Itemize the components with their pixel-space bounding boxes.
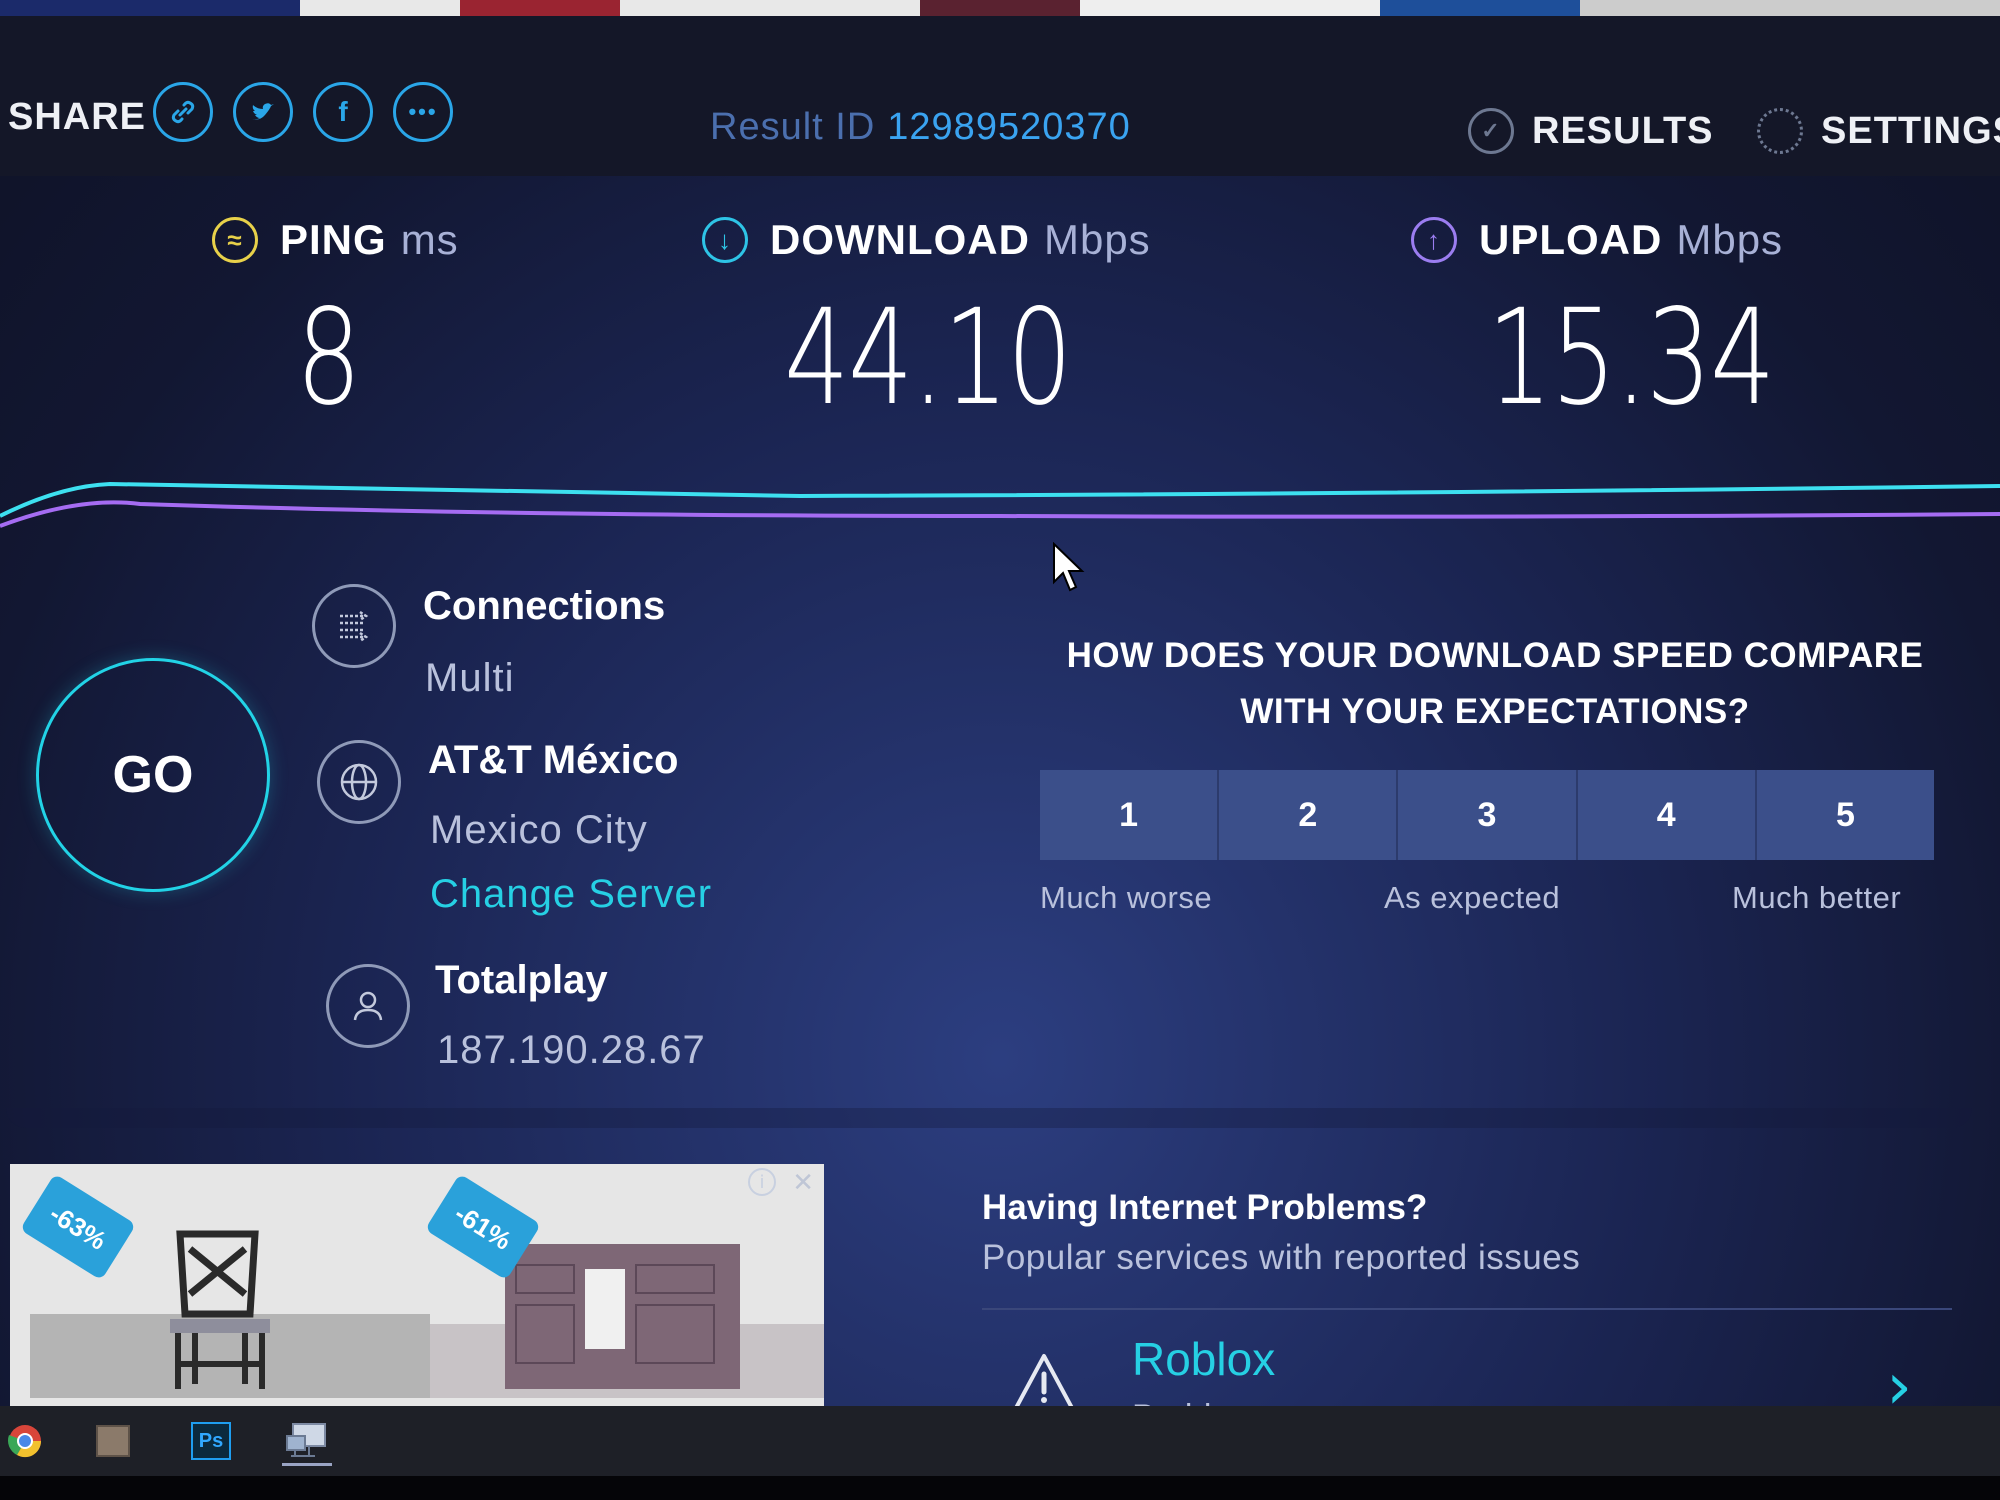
upload-value: 15.34	[1487, 281, 1776, 435]
screen-bezel	[0, 1476, 2000, 1500]
speed-graph	[0, 481, 2000, 528]
results-label: RESULTS	[1532, 109, 1714, 152]
connections-icon	[312, 584, 396, 668]
link-icon	[171, 100, 195, 124]
mouse-pointer	[1053, 542, 1085, 592]
file-explorer-icon[interactable]	[88, 1416, 138, 1466]
ping-label: PING	[280, 216, 387, 263]
share-facebook-button[interactable]: f	[313, 82, 373, 142]
taskbar: Ps	[0, 1406, 2000, 1476]
isp-ip: 187.190.28.67	[437, 1028, 706, 1072]
twitter-icon	[252, 103, 274, 120]
ad-info-icon[interactable]: i	[748, 1168, 776, 1196]
discount-tag-1: -63%	[19, 1173, 137, 1281]
more-icon: •••	[408, 99, 438, 124]
service-name: Roblox	[1132, 1333, 1276, 1385]
connections-title: Connections	[423, 584, 666, 628]
ping-value: 8	[296, 281, 362, 435]
speedtest-app: SHARE f ••• Result ID 12989520370 ✓ RESUL…	[0, 16, 2000, 1422]
results-nav[interactable]: ✓ RESULTS	[1468, 108, 1714, 154]
upload-unit: Mbps	[1676, 216, 1784, 263]
check-circle-icon: ✓	[1468, 108, 1514, 154]
rating-label-low: Much worse	[1040, 880, 1213, 915]
upload-metric: ↑ UPLOAD Mbps 15.34	[1411, 216, 1855, 424]
rating-scale: 1 2 3 4 5	[1040, 770, 1935, 860]
problems-title: Having Internet Problems?	[982, 1188, 1428, 1227]
result-id-label: Result ID	[710, 106, 876, 148]
rating-label-high: Much better	[1732, 880, 1902, 915]
globe-icon	[317, 740, 401, 824]
settings-nav[interactable]: SETTINGS	[1757, 108, 2000, 154]
ping-unit: ms	[400, 216, 459, 263]
server-location: Mexico City	[430, 808, 648, 852]
result-id[interactable]: Result ID 12989520370	[710, 106, 1131, 149]
photoshop-icon[interactable]: Ps	[186, 1416, 236, 1466]
upload-arrow-icon: ↑	[1411, 217, 1457, 263]
user-icon	[326, 964, 410, 1048]
dresser-image	[505, 1244, 740, 1389]
connections-value: Multi	[425, 656, 515, 700]
download-metric: ↓ DOWNLOAD Mbps 44.10	[702, 216, 1152, 424]
change-server-link[interactable]: Change Server	[430, 872, 712, 917]
upload-label: UPLOAD	[1479, 216, 1663, 263]
browser-tabs-strip	[0, 0, 2000, 16]
share-twitter-button[interactable]	[233, 82, 293, 142]
download-label: DOWNLOAD	[770, 216, 1030, 263]
server-name: AT&T México	[428, 738, 679, 782]
problems-divider	[982, 1308, 1952, 1310]
problems-subtitle: Popular services with reported issues	[982, 1238, 1581, 1277]
results-panel-edge	[6, 1108, 1972, 1128]
download-arrow-icon: ↓	[702, 217, 748, 263]
ping-icon: ≈	[212, 217, 258, 263]
ping-metric: ≈ PING ms 8	[212, 216, 459, 424]
result-id-value[interactable]: 12989520370	[887, 106, 1130, 148]
gear-icon	[1757, 108, 1803, 154]
ad-close-icon[interactable]: ✕	[792, 1168, 814, 1198]
rating-button-5[interactable]: 5	[1756, 770, 1935, 860]
chrome-icon[interactable]	[0, 1416, 50, 1466]
facebook-icon: f	[338, 96, 348, 127]
isp-name: Totalplay	[435, 958, 608, 1002]
header-bar: SHARE f ••• Result ID 12989520370 ✓ RESUL…	[0, 16, 2000, 176]
rating-label-mid: As expected	[1384, 880, 1561, 915]
rating-button-4[interactable]: 4	[1577, 770, 1757, 860]
survey-question: HOW DOES YOUR DOWNLOAD SPEED COMPARE WIT…	[1066, 636, 1924, 731]
advertisement[interactable]: -63% -61% i ✕	[10, 1164, 824, 1408]
download-value: 44.10	[784, 281, 1073, 435]
photoshop-label: Ps	[191, 1422, 231, 1460]
go-button[interactable]: GO	[36, 658, 270, 892]
rating-button-1[interactable]: 1	[1040, 770, 1220, 860]
chair-image	[170, 1230, 270, 1389]
share-more-button[interactable]: •••	[393, 82, 453, 142]
network-app-icon[interactable]	[282, 1416, 332, 1466]
rating-button-2[interactable]: 2	[1219, 770, 1399, 860]
settings-label: SETTINGS	[1821, 109, 2000, 152]
share-link-button[interactable]	[153, 82, 213, 142]
download-unit: Mbps	[1043, 216, 1151, 263]
share-label: SHARE	[8, 96, 147, 138]
warning-icon	[1014, 1354, 1074, 1410]
rating-button-3[interactable]: 3	[1398, 770, 1578, 860]
